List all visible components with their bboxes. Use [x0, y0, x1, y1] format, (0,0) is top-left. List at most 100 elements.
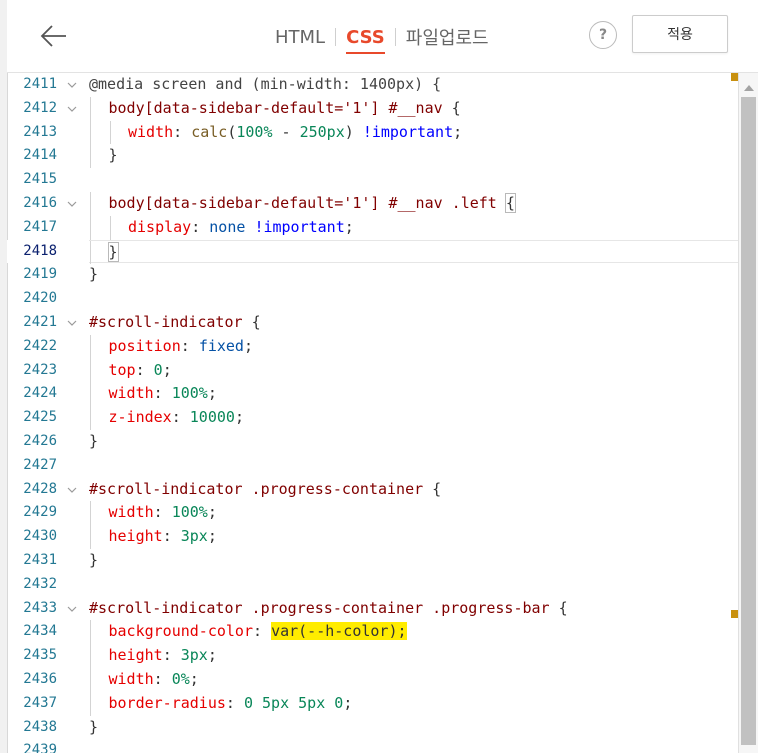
- code-line[interactable]: 2432: [7, 573, 738, 597]
- code-content: background-color: var(--h-color);: [109, 620, 407, 644]
- code-token: !important: [254, 217, 345, 236]
- code-content: #scroll-indicator .progress-container {: [89, 478, 441, 502]
- code-line[interactable]: 2436 width: 0%;: [7, 667, 738, 692]
- chevron-down-icon[interactable]: [67, 485, 77, 495]
- css-code-editor[interactable]: 2411 @media screen and (min-width: 1400px…: [7, 73, 738, 753]
- code-text: width: 0%;: [89, 667, 738, 692]
- code-line[interactable]: 2439: [7, 739, 738, 753]
- indent-guide: [90, 501, 91, 526]
- line-number: 2428: [23, 480, 57, 497]
- code-line[interactable]: 2427: [7, 454, 738, 478]
- code-text: }: [89, 263, 738, 287]
- code-line[interactable]: 2433 #scroll-indicator .progress-containe…: [7, 597, 738, 621]
- code-line[interactable]: 2434 background-color: var(--h-color);: [7, 620, 738, 645]
- code-text: width: calc(100% - 250px) !important;: [89, 120, 738, 145]
- code-line[interactable]: 2419}: [7, 263, 738, 287]
- scroll-up-arrow-icon[interactable]: [744, 85, 754, 91]
- indent-guide: [90, 620, 91, 645]
- tab-css[interactable]: CSS: [336, 27, 395, 54]
- back-button[interactable]: [35, 18, 71, 54]
- chevron-down-icon[interactable]: [67, 604, 77, 614]
- code-line[interactable]: 2431}: [7, 549, 738, 573]
- code-content: top: 0;: [109, 359, 172, 383]
- line-number: 2430: [23, 528, 57, 545]
- code-line[interactable]: 2438}: [7, 716, 738, 740]
- code-line[interactable]: 2418}: [7, 239, 738, 265]
- code-token: }: [89, 265, 99, 284]
- scrollbar-thumb[interactable]: [741, 97, 756, 745]
- code-text: }: [89, 239, 738, 265]
- vertical-scrollbar[interactable]: [738, 73, 758, 753]
- code-token: 10000: [189, 408, 235, 427]
- tab-html[interactable]: HTML: [265, 27, 335, 48]
- line-number: 2417: [23, 218, 57, 235]
- code-token: calc: [191, 122, 228, 141]
- code-line[interactable]: 2411 @media screen and (min-width: 1400px…: [7, 73, 738, 97]
- code-token: :: [180, 336, 199, 355]
- code-token: :: [153, 503, 172, 522]
- code-text: border-radius: 0 5px 5px 0;: [89, 691, 738, 716]
- code-line[interactable]: 2423 top: 0;: [7, 358, 738, 383]
- apply-button[interactable]: 적용: [632, 15, 728, 53]
- code-text: #scroll-indicator .progress-container {: [89, 478, 738, 502]
- code-text: position: fixed;: [89, 334, 738, 359]
- code-line[interactable]: 2426}: [7, 430, 738, 454]
- help-button[interactable]: ?: [589, 21, 617, 49]
- code-line[interactable]: 2422 position: fixed;: [7, 334, 738, 359]
- code-line[interactable]: 2421 #scroll-indicator {: [7, 311, 738, 335]
- code-line[interactable]: 2420: [7, 287, 738, 311]
- indent-guide: [109, 120, 111, 145]
- line-number: 2425: [23, 409, 57, 426]
- chevron-down-icon[interactable]: [67, 199, 77, 209]
- code-token: :: [153, 669, 172, 688]
- code-text: @media screen and (min-width: 1400px) {: [89, 73, 738, 97]
- code-token: height: [108, 527, 163, 546]
- code-line[interactable]: 2417 display: none !important;: [7, 215, 738, 240]
- code-text: #scroll-indicator .progress-container .p…: [89, 597, 738, 621]
- chevron-down-icon[interactable]: [67, 104, 77, 114]
- code-line[interactable]: 2413 width: calc(100% - 250px) !important…: [7, 120, 738, 145]
- code-token: z-index: [108, 408, 172, 427]
- code-token: 0: [153, 360, 163, 379]
- line-number: 2436: [23, 670, 57, 687]
- line-number: 2414: [23, 147, 57, 164]
- code-text: top: 0;: [89, 358, 738, 383]
- line-number: 2416: [23, 194, 57, 211]
- code-content: }: [89, 549, 98, 573]
- code-token: ;: [453, 122, 463, 141]
- code-content: }: [89, 263, 98, 287]
- code-token: {: [504, 192, 516, 213]
- code-line[interactable]: 2425 z-index: 10000;: [7, 406, 738, 430]
- code-line[interactable]: 2424 width: 100%;: [7, 382, 738, 407]
- code-line[interactable]: 2429 width: 100%;: [7, 501, 738, 526]
- code-token: 0 5px 5px 0: [243, 693, 344, 712]
- code-content: position: fixed;: [109, 335, 254, 359]
- line-number: 2420: [23, 290, 57, 307]
- arrow-left-icon: [40, 25, 66, 47]
- tab-file-upload[interactable]: 파일업로드: [396, 24, 499, 50]
- code-line[interactable]: 2412 body[data-sidebar-default='1'] #__na…: [7, 96, 738, 121]
- code-content: }: [109, 144, 118, 168]
- code-line[interactable]: 2430 height: 3px;: [7, 525, 738, 549]
- code-line[interactable]: 2416 body[data-sidebar-default='1'] #__na…: [7, 191, 738, 216]
- line-number: 2424: [23, 385, 57, 402]
- code-token: ): [344, 122, 363, 141]
- code-line[interactable]: 2414}: [7, 144, 738, 169]
- code-line[interactable]: 2437 border-radius: 0 5px 5px 0;: [7, 691, 738, 716]
- code-token: {: [251, 312, 261, 331]
- code-token: :: [135, 360, 154, 379]
- chevron-down-icon[interactable]: [67, 318, 77, 328]
- code-line[interactable]: 2435 height: 3px;: [7, 644, 738, 668]
- code-token: fixed: [198, 336, 244, 355]
- code-token: {: [558, 598, 568, 617]
- code-token: ;: [343, 693, 353, 712]
- chevron-down-icon[interactable]: [67, 80, 77, 90]
- code-token: {: [432, 479, 442, 498]
- code-line[interactable]: 2428 #scroll-indicator .progress-containe…: [7, 478, 738, 502]
- code-line[interactable]: 2415: [7, 168, 738, 192]
- code-text: display: none !important;: [89, 215, 738, 240]
- code-text: #scroll-indicator {: [89, 311, 738, 335]
